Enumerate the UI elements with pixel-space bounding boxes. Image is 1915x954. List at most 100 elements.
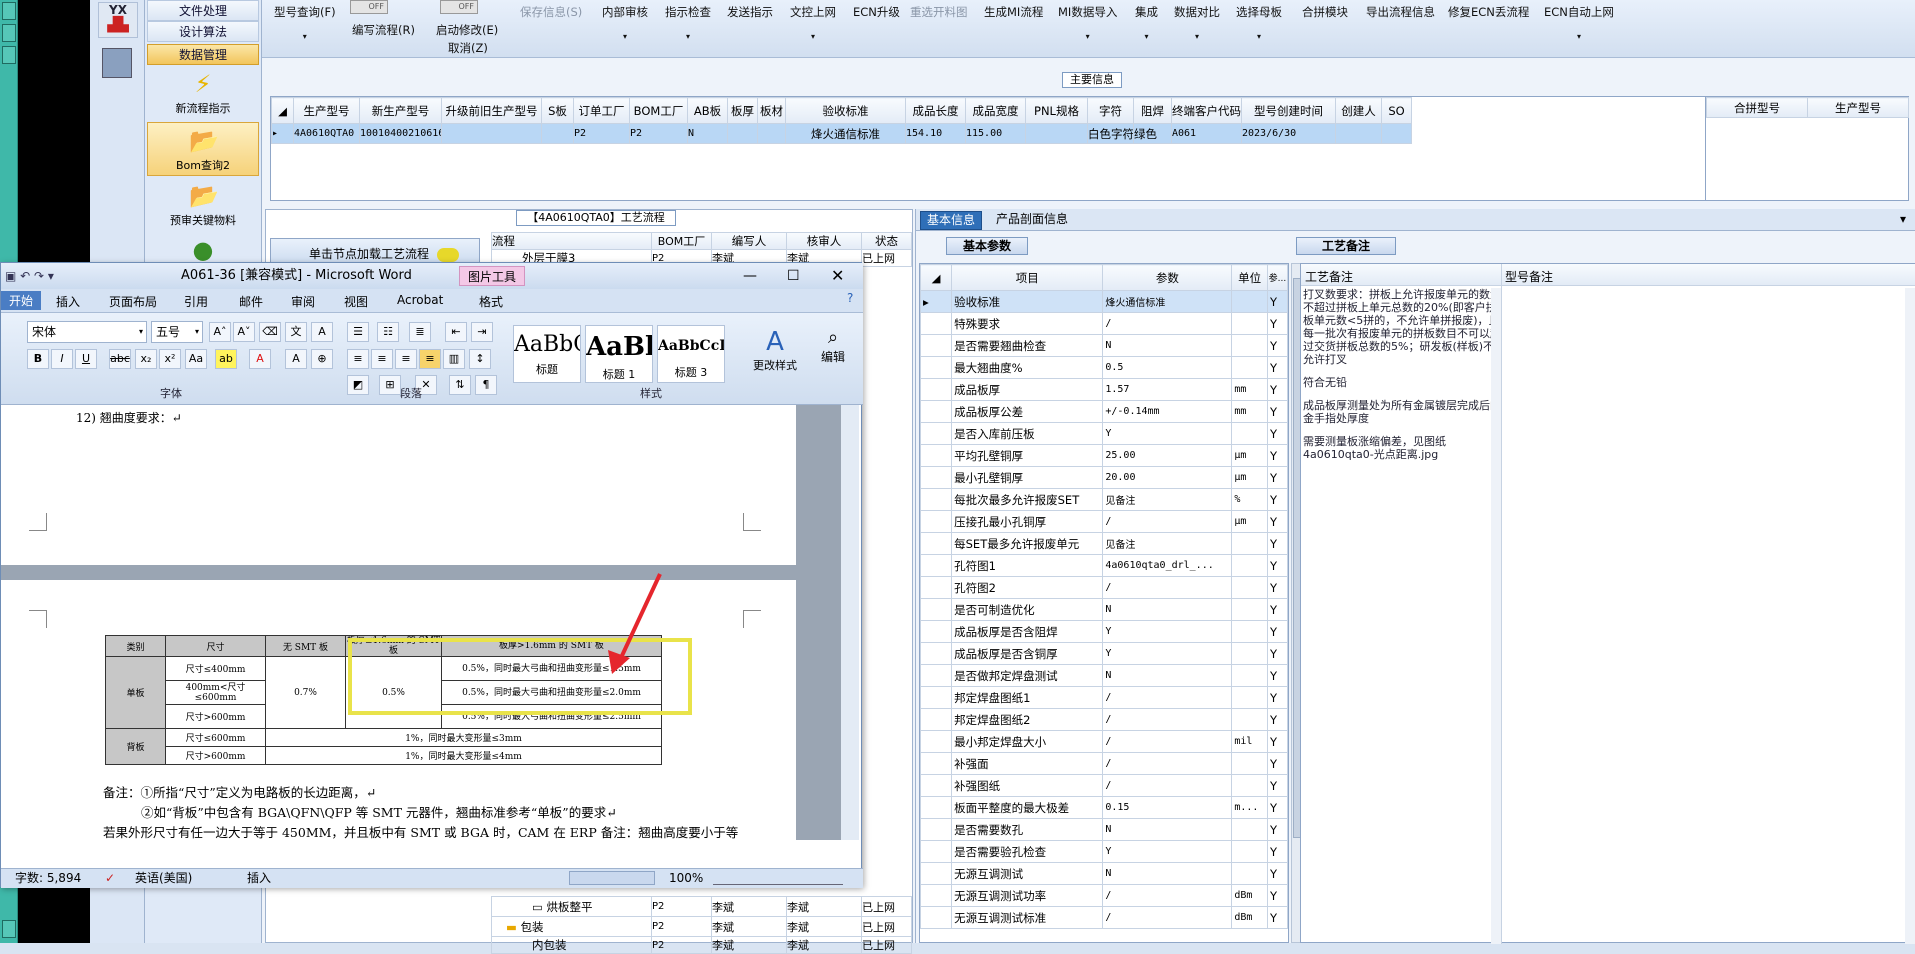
side-button-4[interactable]	[2, 920, 16, 938]
param-name[interactable]: 孔符图1	[951, 554, 1104, 577]
table-row[interactable]: 最小孔壁铜厚 20.00 μm Y	[919, 466, 1289, 489]
toggle-start-modify[interactable]: OFF	[440, 0, 478, 14]
param-unit[interactable]: μm	[1231, 466, 1268, 489]
param-flag[interactable]: Y	[1266, 818, 1289, 841]
word-count[interactable]: 字数: 5,894	[15, 869, 81, 887]
table-row[interactable]: ▸ 验收标准 烽火通信标准 Y	[919, 290, 1289, 313]
side-button-3[interactable]	[2, 46, 16, 64]
param-flag[interactable]: Y	[1266, 620, 1289, 643]
param-name[interactable]: 是否入库前压板	[951, 422, 1104, 445]
param-value[interactable]: Y	[1102, 422, 1233, 445]
param-unit[interactable]	[1231, 752, 1268, 775]
menu-review[interactable]: 审阅	[291, 293, 315, 310]
font-name-combo[interactable]: 宋体 ▾	[27, 321, 147, 343]
param-flag[interactable]: Y	[1266, 862, 1289, 885]
param-value[interactable]: 0.15	[1102, 796, 1233, 819]
param-value[interactable]: /	[1102, 686, 1233, 709]
font-color-icon[interactable]: A	[249, 349, 271, 369]
param-value[interactable]: Y	[1102, 620, 1233, 643]
col-header[interactable]: 验收标准	[785, 97, 906, 124]
subscript-icon[interactable]: x₂	[135, 349, 157, 369]
style-title[interactable]: AaBbC标题	[513, 325, 581, 383]
table-row[interactable]: 最大翘曲度% 0.5 Y	[919, 356, 1289, 379]
tb-data-compare[interactable]: 数据对比 ▾	[1174, 4, 1220, 41]
param-unit[interactable]: dBm	[1231, 906, 1268, 929]
tb-merge-module[interactable]: 合拼模块	[1302, 4, 1348, 20]
param-name[interactable]: 是否需要翘曲检查	[951, 334, 1104, 357]
param-name[interactable]: 无源互调测试功率	[951, 884, 1104, 907]
col-header[interactable]: 新生产型号	[359, 97, 442, 124]
param-value[interactable]: /	[1102, 312, 1233, 335]
param-unit[interactable]	[1231, 356, 1268, 379]
param-flag[interactable]: Y	[1266, 422, 1289, 445]
tab-profile-info[interactable]: 产品剖面信息	[990, 211, 1074, 230]
app-logo[interactable]: YX ▟▙	[98, 2, 138, 38]
param-name[interactable]: 压接孔最小孔铜厚	[951, 510, 1104, 533]
cell[interactable]	[1335, 123, 1382, 144]
col-header[interactable]: SO	[1381, 97, 1412, 124]
param-unit[interactable]	[1231, 290, 1268, 313]
table-row[interactable]: 孔符图1 4a0610qta0_drl_... Y	[919, 554, 1289, 577]
cell[interactable]: 烽火通信标准	[785, 123, 906, 144]
proofing-icon[interactable]: ✓	[105, 869, 115, 887]
param-flag[interactable]: Y	[1266, 356, 1289, 379]
param-value[interactable]: 见备注	[1102, 532, 1233, 555]
table-row[interactable]: 孔符图2/ Y	[919, 576, 1289, 599]
col-header[interactable]: 型号创建时间	[1241, 97, 1336, 124]
param-flag[interactable]: Y	[1266, 686, 1289, 709]
param-value[interactable]: +/-0.14mm	[1102, 400, 1233, 423]
param-unit[interactable]	[1231, 576, 1268, 599]
table-row[interactable]: 成品板厚 1.57 mm Y	[919, 378, 1289, 401]
param-flag[interactable]: Y	[1266, 312, 1289, 335]
param-flag[interactable]: Y	[1266, 554, 1289, 577]
param-value[interactable]: Y	[1102, 642, 1233, 665]
param-flag[interactable]: Y	[1266, 488, 1289, 511]
param-unit[interactable]	[1231, 686, 1268, 709]
menu-view[interactable]: 视图	[344, 293, 368, 310]
param-flag[interactable]: Y	[1266, 774, 1289, 797]
tab-basic-info[interactable]: 基本信息	[920, 211, 983, 230]
col-header[interactable]: 板厚	[727, 97, 758, 124]
param-flag[interactable]: Y	[1266, 510, 1289, 533]
menu-format[interactable]: 格式	[479, 293, 503, 310]
justify-icon[interactable]: ≡	[419, 349, 441, 369]
nav-item-data-manage[interactable]: 数据管理	[147, 44, 259, 65]
param-name[interactable]: 补强面	[951, 752, 1104, 775]
bold-icon[interactable]: B	[27, 349, 49, 369]
col-header[interactable]: 阻焊	[1133, 97, 1172, 124]
tb-cancel[interactable]: 取消(Z)	[448, 40, 488, 56]
param-flag[interactable]: Y	[1266, 378, 1289, 401]
table-row[interactable]: 无源互调测试 N Y	[919, 862, 1289, 885]
col-header[interactable]: AB板	[687, 97, 728, 124]
nav-item-file[interactable]: 文件处理	[147, 0, 259, 21]
table-row[interactable]: 每SET最多允许报废单元 见备注 Y	[919, 532, 1289, 555]
table-row[interactable]: 每批次最多允许报废SET 见备注% Y	[919, 488, 1289, 511]
style-heading1[interactable]: AaBl 标题 1	[585, 325, 653, 383]
param-name[interactable]: 补强图纸	[951, 774, 1104, 797]
param-value[interactable]: N	[1102, 862, 1233, 885]
col-header[interactable]: BOM工厂	[651, 232, 712, 250]
param-unit[interactable]	[1231, 598, 1268, 621]
col-header[interactable]: 生产型号	[293, 97, 360, 124]
param-name[interactable]: 无源互调测试标准	[951, 906, 1104, 929]
table-row[interactable]: ▸ 4A0610QTA0 10010400210616 P2 P2 N 烽火通信…	[271, 123, 1412, 144]
col-header[interactable]: 参数	[1102, 264, 1233, 291]
increase-indent-icon[interactable]: ⇥	[471, 322, 493, 342]
superscript-icon[interactable]: x²	[159, 349, 181, 369]
tb-model-query[interactable]: 型号查询(F) ▾	[274, 4, 336, 41]
tb-internal-review[interactable]: 内部审核 ▾	[602, 4, 648, 41]
param-value[interactable]: N	[1102, 818, 1233, 841]
param-unit[interactable]	[1231, 620, 1268, 643]
table-row[interactable]: 压接孔最小孔铜厚 / μm Y	[919, 510, 1289, 533]
param-flag[interactable]: Y	[1266, 730, 1289, 753]
param-name[interactable]: 邦定焊盘图纸1	[951, 686, 1104, 709]
col-header[interactable]: 字符	[1087, 97, 1134, 124]
param-unit[interactable]	[1231, 818, 1268, 841]
table-row[interactable]: 成品板厚是否含阻焊 Y Y	[919, 620, 1289, 643]
param-flag[interactable]: Y	[1266, 334, 1289, 357]
col-header[interactable]: 创建人	[1335, 97, 1382, 124]
param-unit[interactable]	[1231, 642, 1268, 665]
param-unit[interactable]: μm	[1231, 510, 1268, 533]
tb-mi-import[interactable]: MI数据导入 ▾	[1058, 4, 1117, 41]
bullets-icon[interactable]: ☰	[347, 322, 369, 342]
